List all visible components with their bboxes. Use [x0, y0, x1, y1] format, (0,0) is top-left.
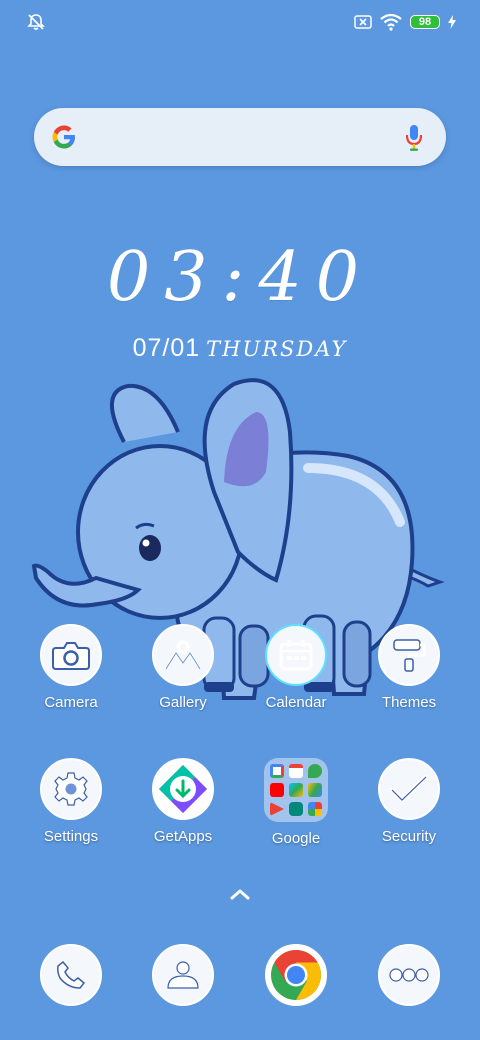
dock-phone[interactable]: [16, 944, 126, 1006]
app-label: Google: [271, 830, 321, 847]
wifi-icon: [380, 13, 402, 31]
app-gallery[interactable]: Gallery: [128, 624, 238, 711]
calendar-icon: [265, 624, 327, 686]
drive-icon: [308, 783, 322, 797]
dock-more-apps[interactable]: [354, 944, 464, 1006]
chrome-icon: [265, 944, 327, 1006]
camera-icon: [40, 624, 102, 686]
google-search-bar[interactable]: [34, 108, 446, 166]
app-label: GetApps: [153, 828, 213, 845]
battery-level: 98: [418, 16, 432, 28]
gallery-icon: [152, 624, 214, 686]
weekday-text: THURSDAY: [206, 337, 348, 361]
play-store-icon: [289, 783, 303, 797]
gear-icon: [40, 758, 102, 820]
app-themes[interactable]: Themes: [354, 624, 464, 711]
photos-icon: [308, 802, 322, 816]
google-app-icon: [270, 764, 284, 778]
no-sim-icon: [354, 15, 372, 29]
gmail-icon: [289, 764, 303, 778]
app-settings[interactable]: Settings: [16, 758, 126, 845]
dock-chrome[interactable]: [241, 944, 351, 1006]
app-label: Gallery: [159, 694, 207, 711]
app-calendar[interactable]: Calendar: [241, 624, 351, 711]
app-label: Settings: [43, 828, 99, 845]
battery-indicator: 98: [410, 15, 440, 29]
status-bar: 98: [0, 0, 480, 44]
dock-messages[interactable]: [128, 944, 238, 1006]
app-getapps[interactable]: GetApps: [128, 758, 238, 845]
more-apps-icon: [378, 944, 440, 1006]
charging-bolt-icon: [448, 15, 456, 29]
app-google-folder[interactable]: Google: [241, 758, 351, 847]
notifications-off-icon: [27, 14, 45, 30]
app-camera[interactable]: Camera: [16, 624, 126, 711]
microphone-icon[interactable]: [404, 123, 424, 153]
clock-date[interactable]: 07/01 THURSDAY: [0, 334, 480, 363]
app-label: Security: [381, 828, 437, 845]
security-check-icon: [378, 758, 440, 820]
chevron-up-icon[interactable]: [228, 886, 252, 902]
maps-icon: [308, 764, 322, 778]
messages-icon: [152, 944, 214, 1006]
phone-icon: [40, 944, 102, 1006]
app-label: Calendar: [265, 694, 327, 711]
youtube-icon: [270, 783, 284, 797]
app-label: Themes: [381, 694, 437, 711]
duo-icon: [289, 802, 303, 816]
google-folder-icon: [264, 758, 328, 822]
app-label: Camera: [44, 694, 98, 711]
paint-roller-icon: [378, 624, 440, 686]
app-security[interactable]: Security: [354, 758, 464, 845]
google-logo[interactable]: [50, 123, 78, 151]
play-movies-icon: [270, 802, 284, 816]
getapps-icon: [152, 758, 214, 820]
clock-time[interactable]: 03:40: [0, 238, 480, 317]
date-text: 07/01: [132, 334, 201, 362]
